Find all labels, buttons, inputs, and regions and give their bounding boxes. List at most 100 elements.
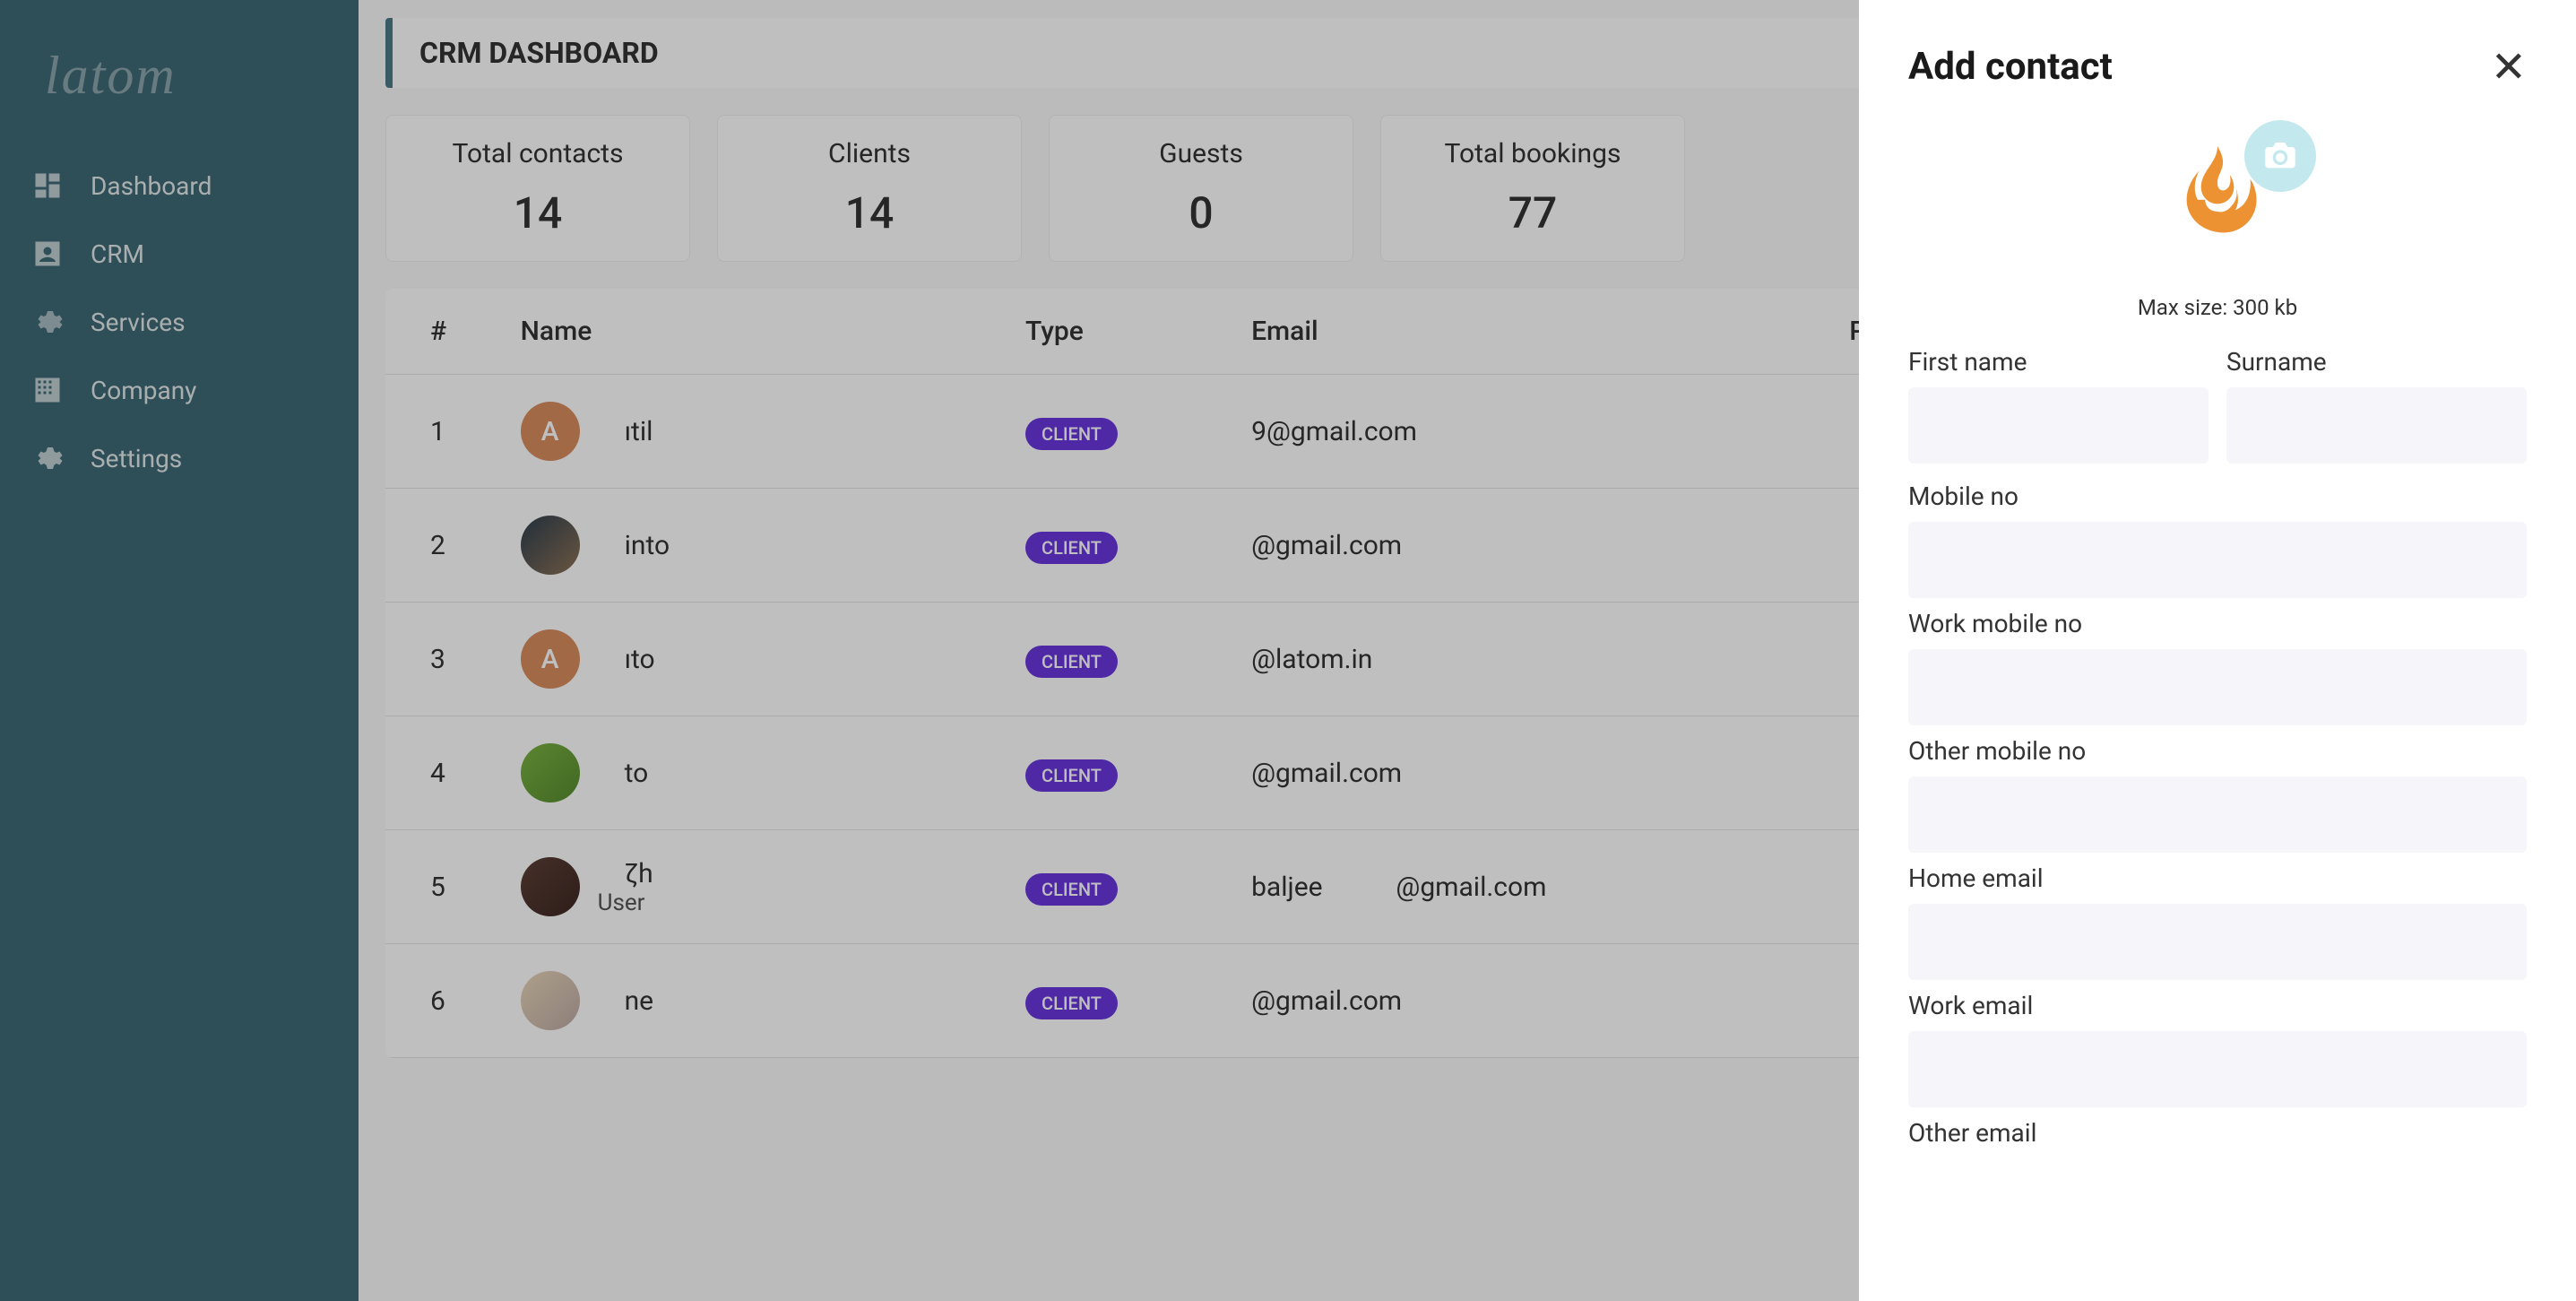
- nav-label: Settings: [91, 444, 182, 473]
- row-email: baljee @gmail.com: [1233, 830, 1831, 944]
- other-mobile-label: Other mobile no: [1908, 736, 2527, 766]
- surname-label: Surname: [2226, 347, 2527, 377]
- avatar-upload-section: Max size: 300 kb: [1908, 134, 2527, 320]
- add-contact-drawer: Add contact ✕ Max size: 300 kb First nam…: [1859, 0, 2576, 1301]
- sidebar-item-dashboard[interactable]: Dashboard: [0, 152, 359, 220]
- stat-clients: Clients 14: [717, 115, 1022, 262]
- name-cell: ζh User: [521, 857, 990, 916]
- row-name: ıto: [598, 644, 655, 675]
- home-email-input[interactable]: [1908, 904, 2527, 980]
- row-number: 2: [385, 489, 503, 603]
- surname-group: Surname: [2226, 347, 2527, 464]
- avatar: [521, 857, 580, 916]
- row-name: ne: [598, 985, 653, 1017]
- work-email-label: Work email: [1908, 991, 2527, 1020]
- name-cell: A ıto: [521, 629, 990, 689]
- work-mobile-input[interactable]: [1908, 649, 2527, 725]
- nav-label: CRM: [91, 239, 144, 269]
- row-number: 4: [385, 716, 503, 830]
- stat-label: Total bookings: [1413, 138, 1653, 169]
- gear-icon: [31, 442, 64, 474]
- type-badge: CLIENT: [1025, 418, 1118, 450]
- stat-label: Total contacts: [418, 138, 658, 169]
- type-badge: CLIENT: [1025, 532, 1118, 564]
- row-email: @gmail.com: [1233, 716, 1831, 830]
- nav-label: Dashboard: [91, 171, 212, 201]
- work-email-group: Work email: [1908, 991, 2527, 1107]
- avatar: [521, 971, 580, 1030]
- stat-value: 77: [1413, 187, 1653, 239]
- stat-value: 0: [1081, 187, 1321, 239]
- row-email: 9@gmail.com: [1233, 375, 1831, 489]
- stat-value: 14: [418, 187, 658, 239]
- drawer-title: Add contact: [1908, 45, 2113, 89]
- name-cell: ne: [521, 971, 990, 1030]
- account-box-icon: [31, 238, 64, 270]
- row-name: to: [598, 758, 649, 789]
- nav-label: Services: [91, 308, 186, 337]
- other-email-group: Other email: [1908, 1118, 2527, 1148]
- avatar-placeholder[interactable]: [2155, 134, 2280, 259]
- max-size-label: Max size: 300 kb: [1908, 295, 2527, 320]
- first-name-label: First name: [1908, 347, 2209, 377]
- logo-text: latom: [45, 45, 314, 107]
- col-name[interactable]: Name: [503, 289, 1007, 375]
- stat-total-bookings: Total bookings 77: [1380, 115, 1685, 262]
- surname-input[interactable]: [2226, 387, 2527, 464]
- logo: latom: [0, 18, 359, 152]
- type-badge: CLIENT: [1025, 873, 1118, 906]
- home-email-label: Home email: [1908, 863, 2527, 893]
- other-email-label: Other email: [1908, 1118, 2527, 1148]
- nav-label: Company: [91, 376, 196, 405]
- close-icon[interactable]: ✕: [2491, 46, 2527, 89]
- row-number: 5: [385, 830, 503, 944]
- camera-icon: [2262, 138, 2298, 174]
- row-number: 6: [385, 944, 503, 1058]
- name-cell: into: [521, 516, 990, 575]
- row-number: 1: [385, 375, 503, 489]
- col-number[interactable]: #: [385, 289, 503, 375]
- work-mobile-group: Work mobile no: [1908, 609, 2527, 725]
- sidebar-item-company[interactable]: Company: [0, 356, 359, 424]
- avatar: [521, 743, 580, 802]
- avatar: [521, 516, 580, 575]
- avatar: A: [521, 402, 580, 461]
- work-email-input[interactable]: [1908, 1031, 2527, 1107]
- type-badge: CLIENT: [1025, 759, 1118, 792]
- work-mobile-label: Work mobile no: [1908, 609, 2527, 638]
- mobile-no-group: Mobile no: [1908, 481, 2527, 598]
- stat-guests: Guests 0: [1049, 115, 1353, 262]
- row-number: 3: [385, 603, 503, 716]
- row-name: ıtil: [598, 416, 653, 447]
- sidebar-item-services[interactable]: Services: [0, 288, 359, 356]
- sidebar-item-crm[interactable]: CRM: [0, 220, 359, 288]
- other-mobile-group: Other mobile no: [1908, 736, 2527, 853]
- stat-value: 14: [749, 187, 990, 239]
- name-cell: to: [521, 743, 990, 802]
- name-cell: A ıtil: [521, 402, 990, 461]
- stat-label: Clients: [749, 138, 990, 169]
- row-subtext: User: [598, 889, 653, 916]
- other-mobile-input[interactable]: [1908, 776, 2527, 853]
- stat-total-contacts: Total contacts 14: [385, 115, 690, 262]
- business-icon: [31, 374, 64, 406]
- col-email[interactable]: Email: [1233, 289, 1831, 375]
- sidebar: latom Dashboard CRM Services: [0, 0, 359, 1301]
- home-email-group: Home email: [1908, 863, 2527, 980]
- first-name-group: First name: [1908, 347, 2209, 464]
- sidebar-item-settings[interactable]: Settings: [0, 424, 359, 492]
- type-badge: CLIENT: [1025, 646, 1118, 678]
- stat-label: Guests: [1081, 138, 1321, 169]
- type-badge: CLIENT: [1025, 987, 1118, 1019]
- col-type[interactable]: Type: [1007, 289, 1233, 375]
- mobile-no-input[interactable]: [1908, 522, 2527, 598]
- row-email: @gmail.com: [1233, 489, 1831, 603]
- avatar: A: [521, 629, 580, 689]
- mobile-no-label: Mobile no: [1908, 481, 2527, 511]
- camera-badge[interactable]: [2244, 120, 2316, 192]
- gears-icon: [31, 306, 64, 338]
- drawer-header: Add contact ✕: [1908, 45, 2527, 89]
- first-name-input[interactable]: [1908, 387, 2209, 464]
- dashboard-icon: [31, 169, 64, 202]
- nav-list: Dashboard CRM Services Company: [0, 152, 359, 492]
